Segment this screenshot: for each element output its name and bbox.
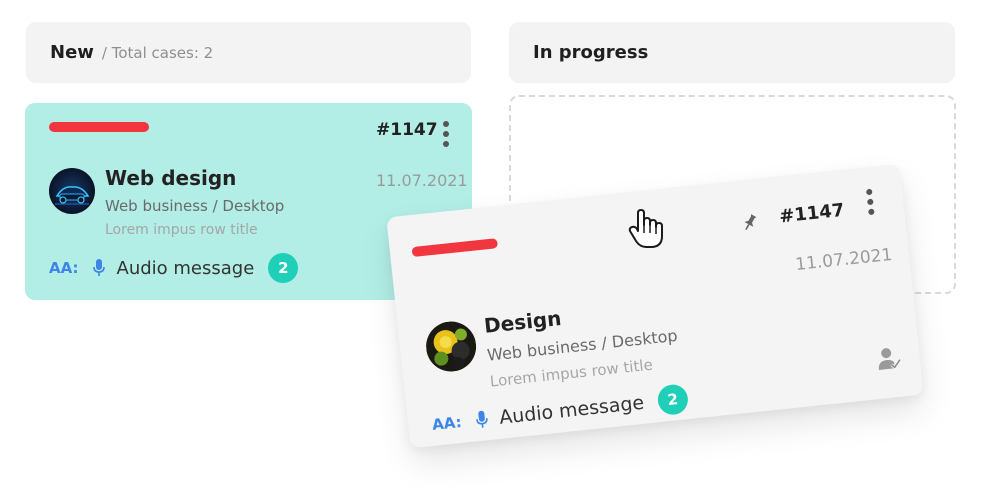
priority-bar (411, 238, 499, 258)
column-title-new: New (50, 42, 94, 63)
audio-message-label[interactable]: Audio message (498, 392, 645, 429)
case-subtitle: Web business / Desktop (105, 197, 285, 215)
kebab-menu-icon[interactable] (865, 188, 876, 216)
microphone-icon (92, 259, 105, 276)
microphone-icon (475, 410, 488, 428)
column-total-cases: / Total cases: 2 (101, 43, 214, 62)
audio-row: AA: Audio message 2 (49, 253, 299, 283)
priority-bar (49, 122, 149, 132)
message-count-badge: 2 (268, 253, 299, 283)
aa-label: AA: (431, 412, 463, 434)
column-title-in-progress: In progress (533, 42, 649, 63)
case-date: 11.07.2021 (376, 171, 468, 190)
audio-message-label[interactable]: Audio message (117, 258, 255, 279)
neon-car-avatar (49, 168, 95, 214)
hand-cursor-icon (628, 209, 663, 248)
fruit-avatar (423, 319, 479, 375)
audio-row: AA: Audio message 2 (431, 383, 690, 440)
user-check-icon[interactable] (875, 345, 904, 374)
column-header-in-progress: In progress (509, 22, 955, 83)
kebab-menu-icon[interactable] (442, 121, 450, 147)
pin-icon[interactable] (740, 213, 760, 233)
case-number: #1147 (376, 120, 438, 140)
case-title: Web design (105, 166, 237, 190)
column-header-new: New / Total cases: 2 (26, 22, 471, 83)
case-description: Lorem impus row title (105, 222, 258, 238)
aa-label: AA: (49, 259, 79, 277)
case-date: 11.07.2021 (794, 244, 894, 276)
case-title: Design (482, 305, 563, 338)
case-number: #1147 (778, 199, 846, 228)
message-count-badge: 2 (656, 383, 690, 417)
